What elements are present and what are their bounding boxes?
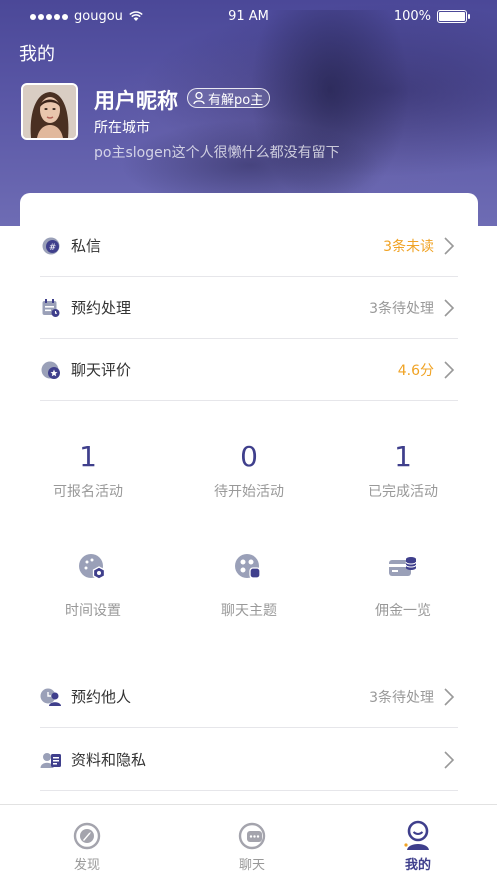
chevron-right-icon — [444, 360, 455, 379]
tool-grid: 时间设置 聊天主题 佣金一览 — [0, 550, 497, 630]
stat-available-activities[interactable]: 1 可报名活动 — [8, 440, 168, 501]
menu-label: 资料和隐私 — [71, 751, 147, 769]
calendar-icon — [40, 297, 62, 319]
menu-label: 预约他人 — [71, 688, 132, 706]
menu-label: 聊天评价 — [71, 361, 132, 379]
time-settings-icon — [76, 550, 110, 584]
slogan-text: po主slogen这个人很懒什么都没有留下 — [94, 145, 340, 161]
chevron-right-icon — [444, 236, 455, 255]
chat-topic-icon — [232, 550, 266, 584]
book-others-icon — [40, 686, 62, 708]
menu-value: 3条未读 — [383, 238, 434, 255]
stat-number: 1 — [79, 440, 97, 473]
tab-label: 发现 — [73, 858, 100, 873]
menu-value: 3条待处理 — [369, 300, 434, 317]
menu-row-private-message[interactable]: # 私信 3条未读 — [40, 215, 458, 277]
badge-label: 有解po主 — [208, 92, 264, 108]
tab-profile[interactable]: 我的 — [378, 819, 458, 873]
city-label: 所在城市 — [94, 120, 150, 136]
stat-label: 待开始活动 — [214, 484, 284, 500]
menu-row-privacy[interactable]: 资料和隐私 — [40, 729, 458, 791]
menu-value: 4.6分 — [397, 362, 434, 379]
status-bar: gougou 91 AM 100% — [0, 0, 497, 34]
profile-icon — [402, 819, 434, 851]
tool-time-settings[interactable]: 时间设置 — [33, 550, 153, 620]
menu-label: 预约处理 — [71, 299, 132, 317]
nickname: 用户昵称 — [94, 89, 178, 113]
tab-chat[interactable]: 聊天 — [212, 819, 292, 873]
message-icon: # — [40, 235, 62, 257]
menu-value: 3条待处理 — [369, 689, 434, 706]
tab-bar: 发现 聊天 我的 — [0, 804, 497, 883]
tool-commission[interactable]: 佣金一览 — [343, 550, 463, 620]
commission-icon — [386, 550, 420, 584]
chevron-right-icon — [444, 750, 455, 769]
chevron-right-icon — [444, 298, 455, 317]
rating-icon — [40, 359, 62, 381]
menu-label: 私信 — [71, 237, 102, 255]
menu-row-book-others[interactable]: 预约他人 3条待处理 — [40, 666, 458, 728]
menu-row-appointment[interactable]: 预约处理 3条待处理 — [40, 277, 458, 339]
tab-discover[interactable]: 发现 — [47, 819, 127, 873]
battery-percent: 100% — [393, 9, 431, 24]
page-title: 我的 — [19, 44, 55, 65]
chat-icon — [236, 819, 268, 851]
stat-upcoming-activities[interactable]: 0 待开始活动 — [169, 440, 329, 501]
stat-label: 可报名活动 — [53, 484, 123, 500]
privacy-icon — [40, 749, 62, 771]
discover-icon — [71, 819, 103, 851]
stat-label: 已完成活动 — [368, 484, 438, 500]
battery-icon — [437, 10, 470, 23]
tool-chat-topic[interactable]: 聊天主题 — [189, 550, 309, 620]
svg-text:#: # — [49, 243, 57, 253]
tool-label: 聊天主题 — [221, 603, 277, 619]
activity-stats: 1 可报名活动 0 待开始活动 1 已完成活动 — [0, 440, 497, 510]
tool-label: 佣金一览 — [375, 603, 431, 619]
stat-number: 1 — [394, 440, 412, 473]
tool-label: 时间设置 — [65, 603, 121, 619]
tab-label: 我的 — [404, 858, 431, 873]
avatar-image — [23, 85, 76, 138]
user-badge-icon — [193, 91, 205, 105]
stat-completed-activities[interactable]: 1 已完成活动 — [323, 440, 483, 501]
chevron-right-icon — [444, 687, 455, 706]
tab-label: 聊天 — [238, 858, 265, 873]
menu-row-chat-rating[interactable]: 聊天评价 4.6分 — [40, 339, 458, 401]
avatar[interactable] — [21, 83, 78, 140]
po-badge: 有解po主 — [187, 88, 271, 108]
stat-number: 0 — [240, 440, 258, 473]
